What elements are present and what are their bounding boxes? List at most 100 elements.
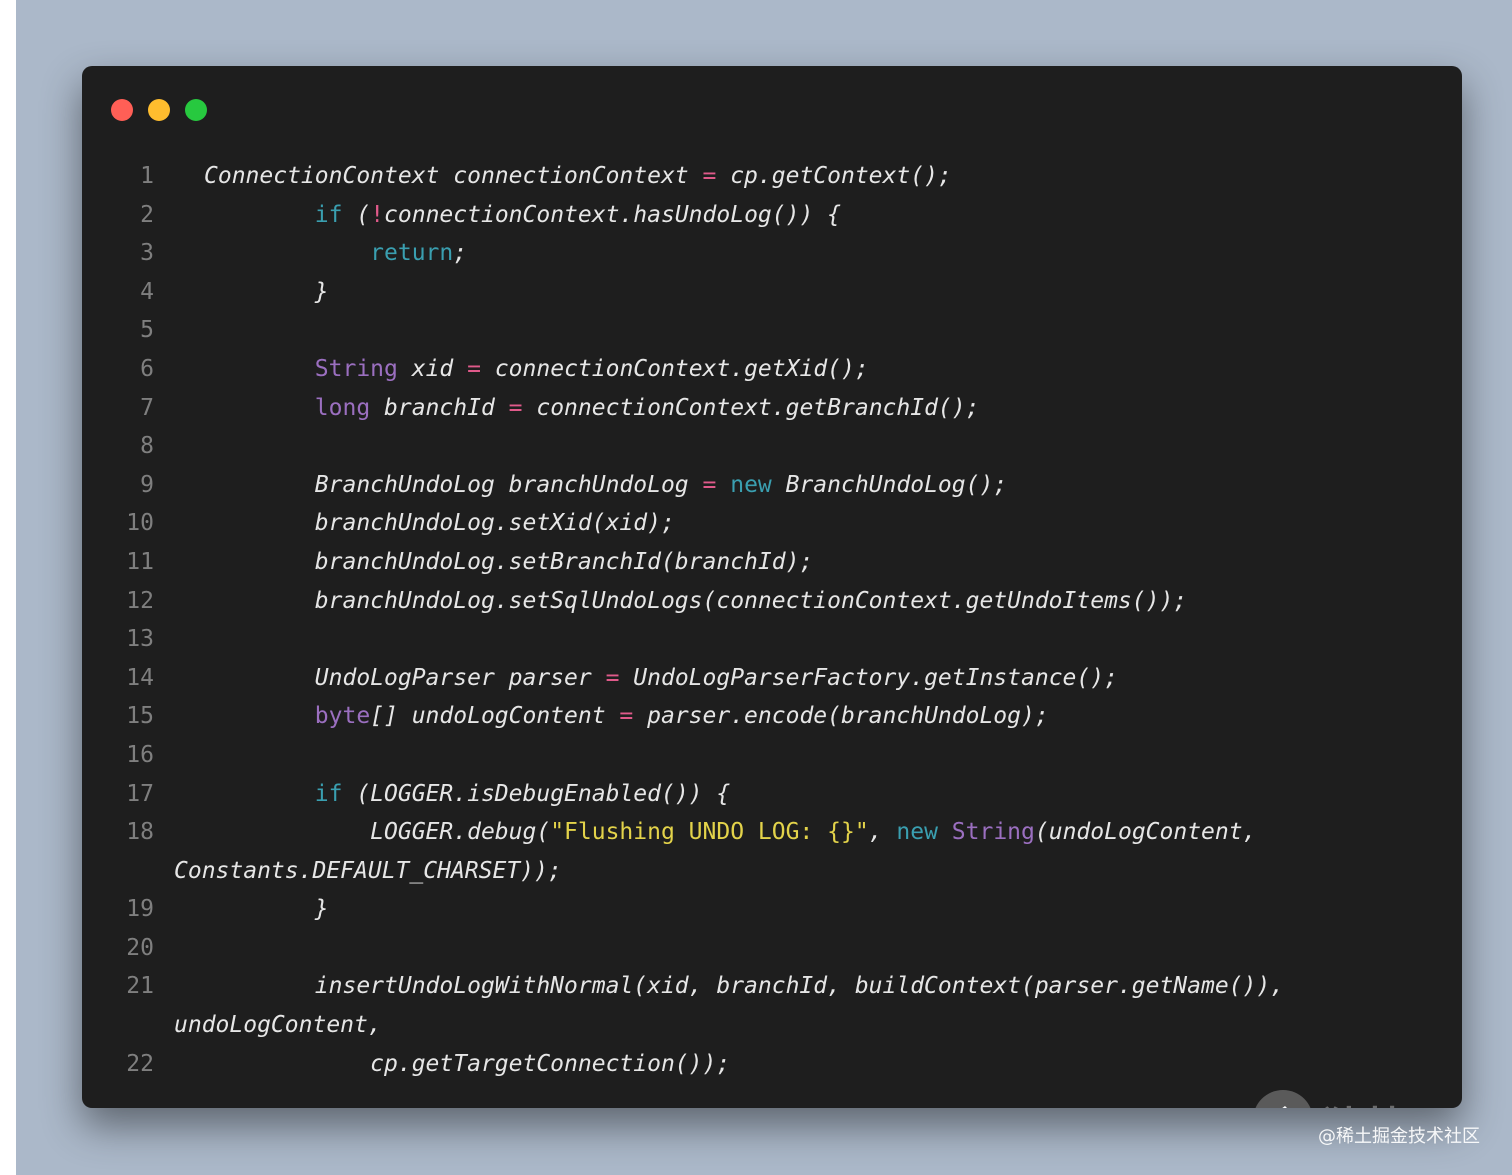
line-number: 7 — [140, 394, 154, 421]
code-token: branchId — [370, 394, 509, 421]
code-line: 3 return; — [82, 234, 1462, 273]
code-line: 12 branchUndoLog.setSqlUndoLogs(connecti… — [82, 582, 1462, 621]
code-token: byte — [314, 703, 371, 730]
line-number: 13 — [126, 626, 154, 653]
line-number: 19 — [126, 896, 154, 923]
code-token: } — [204, 896, 329, 923]
code-line: 8 — [82, 427, 1462, 466]
code-token: ( — [342, 201, 371, 228]
code-line: 13 — [82, 620, 1462, 659]
line-number: 21 — [126, 973, 154, 1000]
credit-text: @稀土掘金技术社区 — [1318, 1126, 1480, 1147]
code-token: cp.getContext(); — [716, 163, 952, 189]
code-text: byte[] undoLogContent = parser.encode(br… — [204, 697, 1049, 736]
code-token: new — [730, 471, 772, 498]
code-token: String — [951, 819, 1035, 846]
code-token: ; — [453, 240, 468, 267]
code-token: = — [702, 163, 717, 189]
line-number: 4 — [140, 278, 154, 305]
code-text: String xid = connectionContext.getXid(); — [204, 350, 869, 389]
line-number: 16 — [126, 741, 154, 768]
code-text: BranchUndoLog branchUndoLog = new Branch… — [204, 466, 1007, 505]
code-block: 1 ConnectionContext connectionContext = c… — [82, 157, 1462, 1083]
code-token: new — [896, 819, 938, 846]
line-number: 10 — [126, 510, 154, 537]
code-token: "Flushing UNDO LOG: {}" — [550, 819, 869, 846]
code-token: branchUndoLog.setSqlUndoLogs(connectionC… — [204, 587, 1188, 614]
code-line: 1 ConnectionContext connectionContext = c… — [82, 157, 1462, 196]
code-text: if (LOGGER.isDebugEnabled()) { — [204, 775, 730, 814]
code-token: ! — [370, 201, 385, 228]
code-token: = — [605, 664, 620, 691]
line-number: 6 — [140, 355, 154, 382]
code-text: branchUndoLog.setBranchId(branchId); — [204, 543, 814, 582]
line-number: 12 — [126, 587, 154, 614]
left-margin-strip — [0, 0, 16, 1175]
code-line: 9 BranchUndoLog branchUndoLog = new Bran… — [82, 466, 1462, 505]
code-text: branchUndoLog.setXid(xid); — [204, 504, 675, 543]
code-token: connectionContext.getBranchId(); — [522, 394, 980, 421]
watermark-text: 独特工具箱 — [1323, 1094, 1462, 1108]
code-text: cp.getTargetConnection()); — [204, 1045, 730, 1084]
code-line: 22 cp.getTargetConnection()); — [82, 1045, 1462, 1084]
line-number: 18 — [126, 819, 154, 846]
code-line: 15 byte[] undoLogContent = parser.encode… — [82, 697, 1462, 736]
code-token: (LOGGER.isDebugEnabled()) { — [342, 780, 731, 807]
line-number: 11 — [126, 548, 154, 575]
code-token: (undoLogContent, — [1034, 819, 1257, 846]
line-number: 15 — [126, 703, 154, 730]
code-text: return; — [204, 234, 467, 273]
line-number: 2 — [140, 201, 154, 228]
code-line: 18 LOGGER.debug("Flushing UNDO LOG: {}",… — [82, 813, 1462, 890]
code-line: 21 insertUndoLogWithNormal(xid, branchId… — [82, 967, 1462, 1044]
code-text: insertUndoLogWithNormal(xid, branchId, b… — [204, 967, 1284, 1006]
code-token: UndoLogParser parser — [204, 664, 606, 691]
maximize-dot-icon[interactable] — [185, 99, 207, 121]
code-text: UndoLogParser parser = UndoLogParserFact… — [204, 659, 1118, 698]
code-token: = — [508, 394, 523, 421]
close-dot-icon[interactable] — [111, 99, 133, 121]
code-text: long branchId = connectionContext.getBra… — [204, 389, 980, 428]
code-token: UndoLogParserFactory.getInstance(); — [619, 664, 1118, 691]
code-token: BranchUndoLog branchUndoLog — [204, 471, 703, 498]
line-number: 3 — [140, 240, 154, 267]
code-token: if — [314, 780, 343, 807]
code-text: } — [204, 273, 329, 312]
code-token: branchUndoLog.setXid(xid); — [204, 510, 675, 537]
code-text: LOGGER.debug("Flushing UNDO LOG: {}", ne… — [204, 813, 1256, 852]
code-line: 19 } — [82, 890, 1462, 929]
line-number: 14 — [126, 664, 154, 691]
line-number: 8 — [140, 433, 154, 460]
line-number: 5 — [140, 317, 154, 344]
code-text: ConnectionContext connectionContext = cp… — [204, 157, 952, 196]
code-token: cp.getTargetConnection()); — [204, 1050, 731, 1077]
code-line: 17 if (LOGGER.isDebugEnabled()) { — [82, 775, 1462, 814]
code-token: insertUndoLogWithNormal(xid, branchId, b… — [204, 973, 1285, 1000]
code-token: , — [868, 819, 897, 846]
code-text: branchUndoLog.setSqlUndoLogs(connectionC… — [204, 582, 1187, 621]
code-token: = — [467, 355, 481, 382]
code-line: 14 UndoLogParser parser = UndoLogParserF… — [82, 659, 1462, 698]
code-token: = — [619, 703, 634, 730]
code-token: [] undoLogContent — [370, 703, 620, 730]
code-line: 2 if (!connectionContext.hasUndoLog()) { — [82, 196, 1462, 235]
code-line: 10 branchUndoLog.setXid(xid); — [82, 504, 1462, 543]
code-text: if (!connectionContext.hasUndoLog()) { — [204, 196, 841, 235]
code-token: xid — [397, 355, 468, 382]
line-number: 1 — [140, 163, 154, 189]
code-text-continuation: undoLogContent, — [174, 1012, 382, 1039]
code-text-continuation: Constants.DEFAULT_CHARSET)); — [174, 857, 562, 884]
code-token: LOGGER.debug( — [204, 819, 551, 846]
minimize-dot-icon[interactable] — [148, 99, 170, 121]
code-text: } — [204, 890, 329, 929]
code-token: } — [204, 278, 329, 305]
code-line: 7 long branchId = connectionContext.getB… — [82, 389, 1462, 428]
